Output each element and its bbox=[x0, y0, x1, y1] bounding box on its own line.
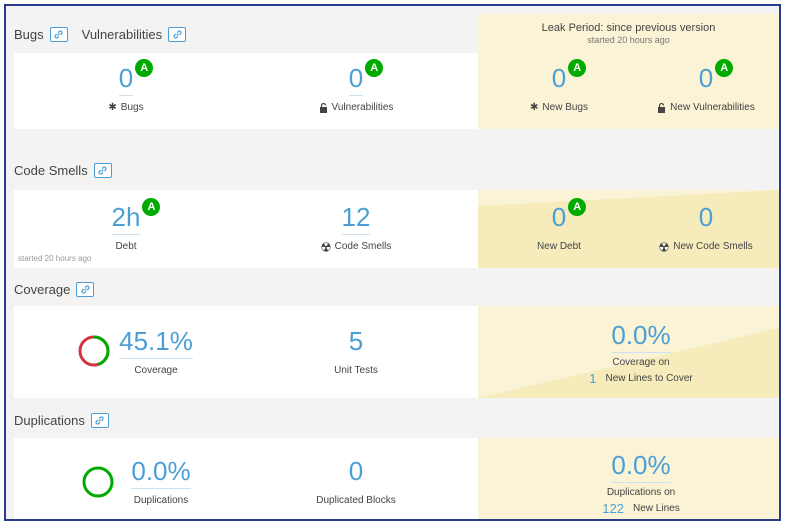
leak-period-header: Leak Period: since previous version star… bbox=[478, 14, 779, 53]
new-coverage-measure: 0.0% Coverage on 1 New Lines to Cover bbox=[546, 320, 736, 386]
duplications-value[interactable]: 0.0% bbox=[131, 456, 191, 489]
link-icon bbox=[95, 416, 104, 425]
new-code-smells-value[interactable]: 0 bbox=[699, 202, 713, 232]
duplications-header: Duplications bbox=[14, 413, 109, 428]
debt-value[interactable]: 2h A bbox=[111, 198, 161, 235]
duplications-donut-icon[interactable] bbox=[81, 465, 115, 499]
new-vulns-label: New Vulnerabilities bbox=[670, 102, 755, 113]
new-coverage-value[interactable]: 0.0% bbox=[611, 320, 671, 353]
debt-rating-badge[interactable]: A bbox=[142, 198, 161, 216]
coverage-measure: 45.1% Coverage bbox=[116, 326, 196, 376]
new-vulns-rating-badge[interactable]: A bbox=[715, 59, 734, 77]
code-smells-measure: 12 Code Smells bbox=[256, 202, 456, 252]
new-code-smells-label: New Code Smells bbox=[673, 241, 753, 252]
duplications-measure: 0.0% Duplications bbox=[121, 456, 201, 506]
new-lines-value[interactable]: 122 bbox=[602, 501, 624, 516]
unit-tests-label: Unit Tests bbox=[334, 365, 378, 376]
duplications-drilldown-button[interactable] bbox=[90, 413, 109, 428]
coverage-label: Coverage bbox=[134, 365, 178, 376]
vulns-drilldown-button[interactable] bbox=[168, 27, 187, 42]
new-duplications-measure: 0.0% Duplications on 122 New Lines bbox=[546, 450, 736, 516]
vulns-measure: 0A Vulnerabilities bbox=[256, 59, 456, 113]
new-bugs-measure: 0A ✱ New Bugs bbox=[494, 59, 624, 113]
new-debt-rating-badge[interactable]: A bbox=[568, 198, 587, 216]
radiation-icon bbox=[659, 241, 669, 252]
bug-icon: ✱ bbox=[530, 102, 539, 113]
bugs-measure: 0A ✱ Bugs bbox=[26, 59, 226, 113]
link-icon bbox=[54, 30, 63, 39]
new-coverage-label: Coverage on bbox=[612, 357, 670, 368]
new-bugs-value[interactable]: 0A bbox=[552, 59, 587, 93]
code-smells-header: Code Smells bbox=[14, 163, 112, 178]
duplications-section-title: Duplications bbox=[14, 413, 85, 428]
new-debt-label: New Debt bbox=[537, 241, 581, 252]
lock-icon bbox=[319, 102, 327, 113]
new-code-smells-measure: 0 New Code Smells bbox=[636, 202, 776, 252]
new-debt-value[interactable]: 0A bbox=[552, 198, 587, 232]
new-lines-to-cover-value[interactable]: 1 bbox=[589, 371, 596, 386]
coverage-donut-icon[interactable] bbox=[77, 334, 111, 368]
coverage-section-title: Coverage bbox=[14, 282, 71, 297]
lock-icon bbox=[658, 102, 666, 113]
new-lines-label: New Lines bbox=[633, 503, 680, 514]
new-duplications-label: Duplications on bbox=[606, 487, 676, 498]
vulns-section-title: Vulnerabilities bbox=[81, 27, 163, 42]
duplications-label: Duplications bbox=[133, 495, 189, 506]
new-vulns-value[interactable]: 0A bbox=[699, 59, 734, 93]
duplicated-blocks-value[interactable]: 0 bbox=[349, 456, 363, 486]
bugs-value[interactable]: 0A bbox=[118, 59, 154, 96]
bugs-label: Bugs bbox=[120, 102, 144, 113]
new-duplications-value[interactable]: 0.0% bbox=[611, 450, 671, 483]
leak-period-started: started 20 hours ago bbox=[587, 35, 670, 45]
new-lines-to-cover-label: New Lines to Cover bbox=[605, 373, 693, 384]
new-bugs-rating-badge[interactable]: A bbox=[568, 59, 587, 77]
coverage-drilldown-button[interactable] bbox=[76, 282, 95, 297]
code-smells-value[interactable]: 12 bbox=[341, 202, 370, 235]
debt-measure: 2h A Debt bbox=[26, 198, 226, 252]
bugs-drilldown-button[interactable] bbox=[49, 27, 68, 42]
duplicated-blocks-measure: 0 Duplicated Blocks bbox=[256, 456, 456, 506]
code-smells-section-title: Code Smells bbox=[14, 163, 88, 178]
link-icon bbox=[81, 285, 90, 294]
vulns-label: Vulnerabilities bbox=[331, 102, 394, 113]
coverage-value[interactable]: 45.1% bbox=[119, 326, 193, 359]
unit-tests-measure: 5 Unit Tests bbox=[256, 326, 456, 376]
code-smells-drilldown-button[interactable] bbox=[93, 163, 112, 178]
leak-period-title: Leak Period: since previous version bbox=[541, 22, 716, 34]
vulns-rating-badge[interactable]: A bbox=[365, 59, 384, 77]
bugs-vulns-header: Bugs Vulnerabilities bbox=[14, 27, 187, 42]
measures-panel: Bugs Vulnerabilities Leak Period: since … bbox=[4, 4, 781, 521]
new-bugs-label: New Bugs bbox=[542, 102, 588, 113]
debt-label: Debt bbox=[115, 241, 137, 252]
new-debt-measure: 0A New Debt bbox=[494, 198, 624, 252]
vulns-value[interactable]: 0A bbox=[348, 59, 384, 96]
coverage-header: Coverage bbox=[14, 282, 95, 297]
unit-tests-value[interactable]: 5 bbox=[349, 326, 363, 356]
bug-icon: ✱ bbox=[108, 102, 117, 113]
radiation-icon bbox=[321, 241, 331, 252]
bugs-section-title: Bugs bbox=[14, 27, 44, 42]
bugs-rating-badge[interactable]: A bbox=[135, 59, 154, 77]
link-icon bbox=[98, 166, 107, 175]
code-smells-label: Code Smells bbox=[334, 241, 392, 252]
debt-started-note: started 20 hours ago bbox=[18, 254, 92, 263]
duplicated-blocks-label: Duplicated Blocks bbox=[316, 495, 396, 506]
new-vulns-measure: 0A New Vulnerabilities bbox=[636, 59, 776, 113]
link-icon bbox=[173, 30, 182, 39]
